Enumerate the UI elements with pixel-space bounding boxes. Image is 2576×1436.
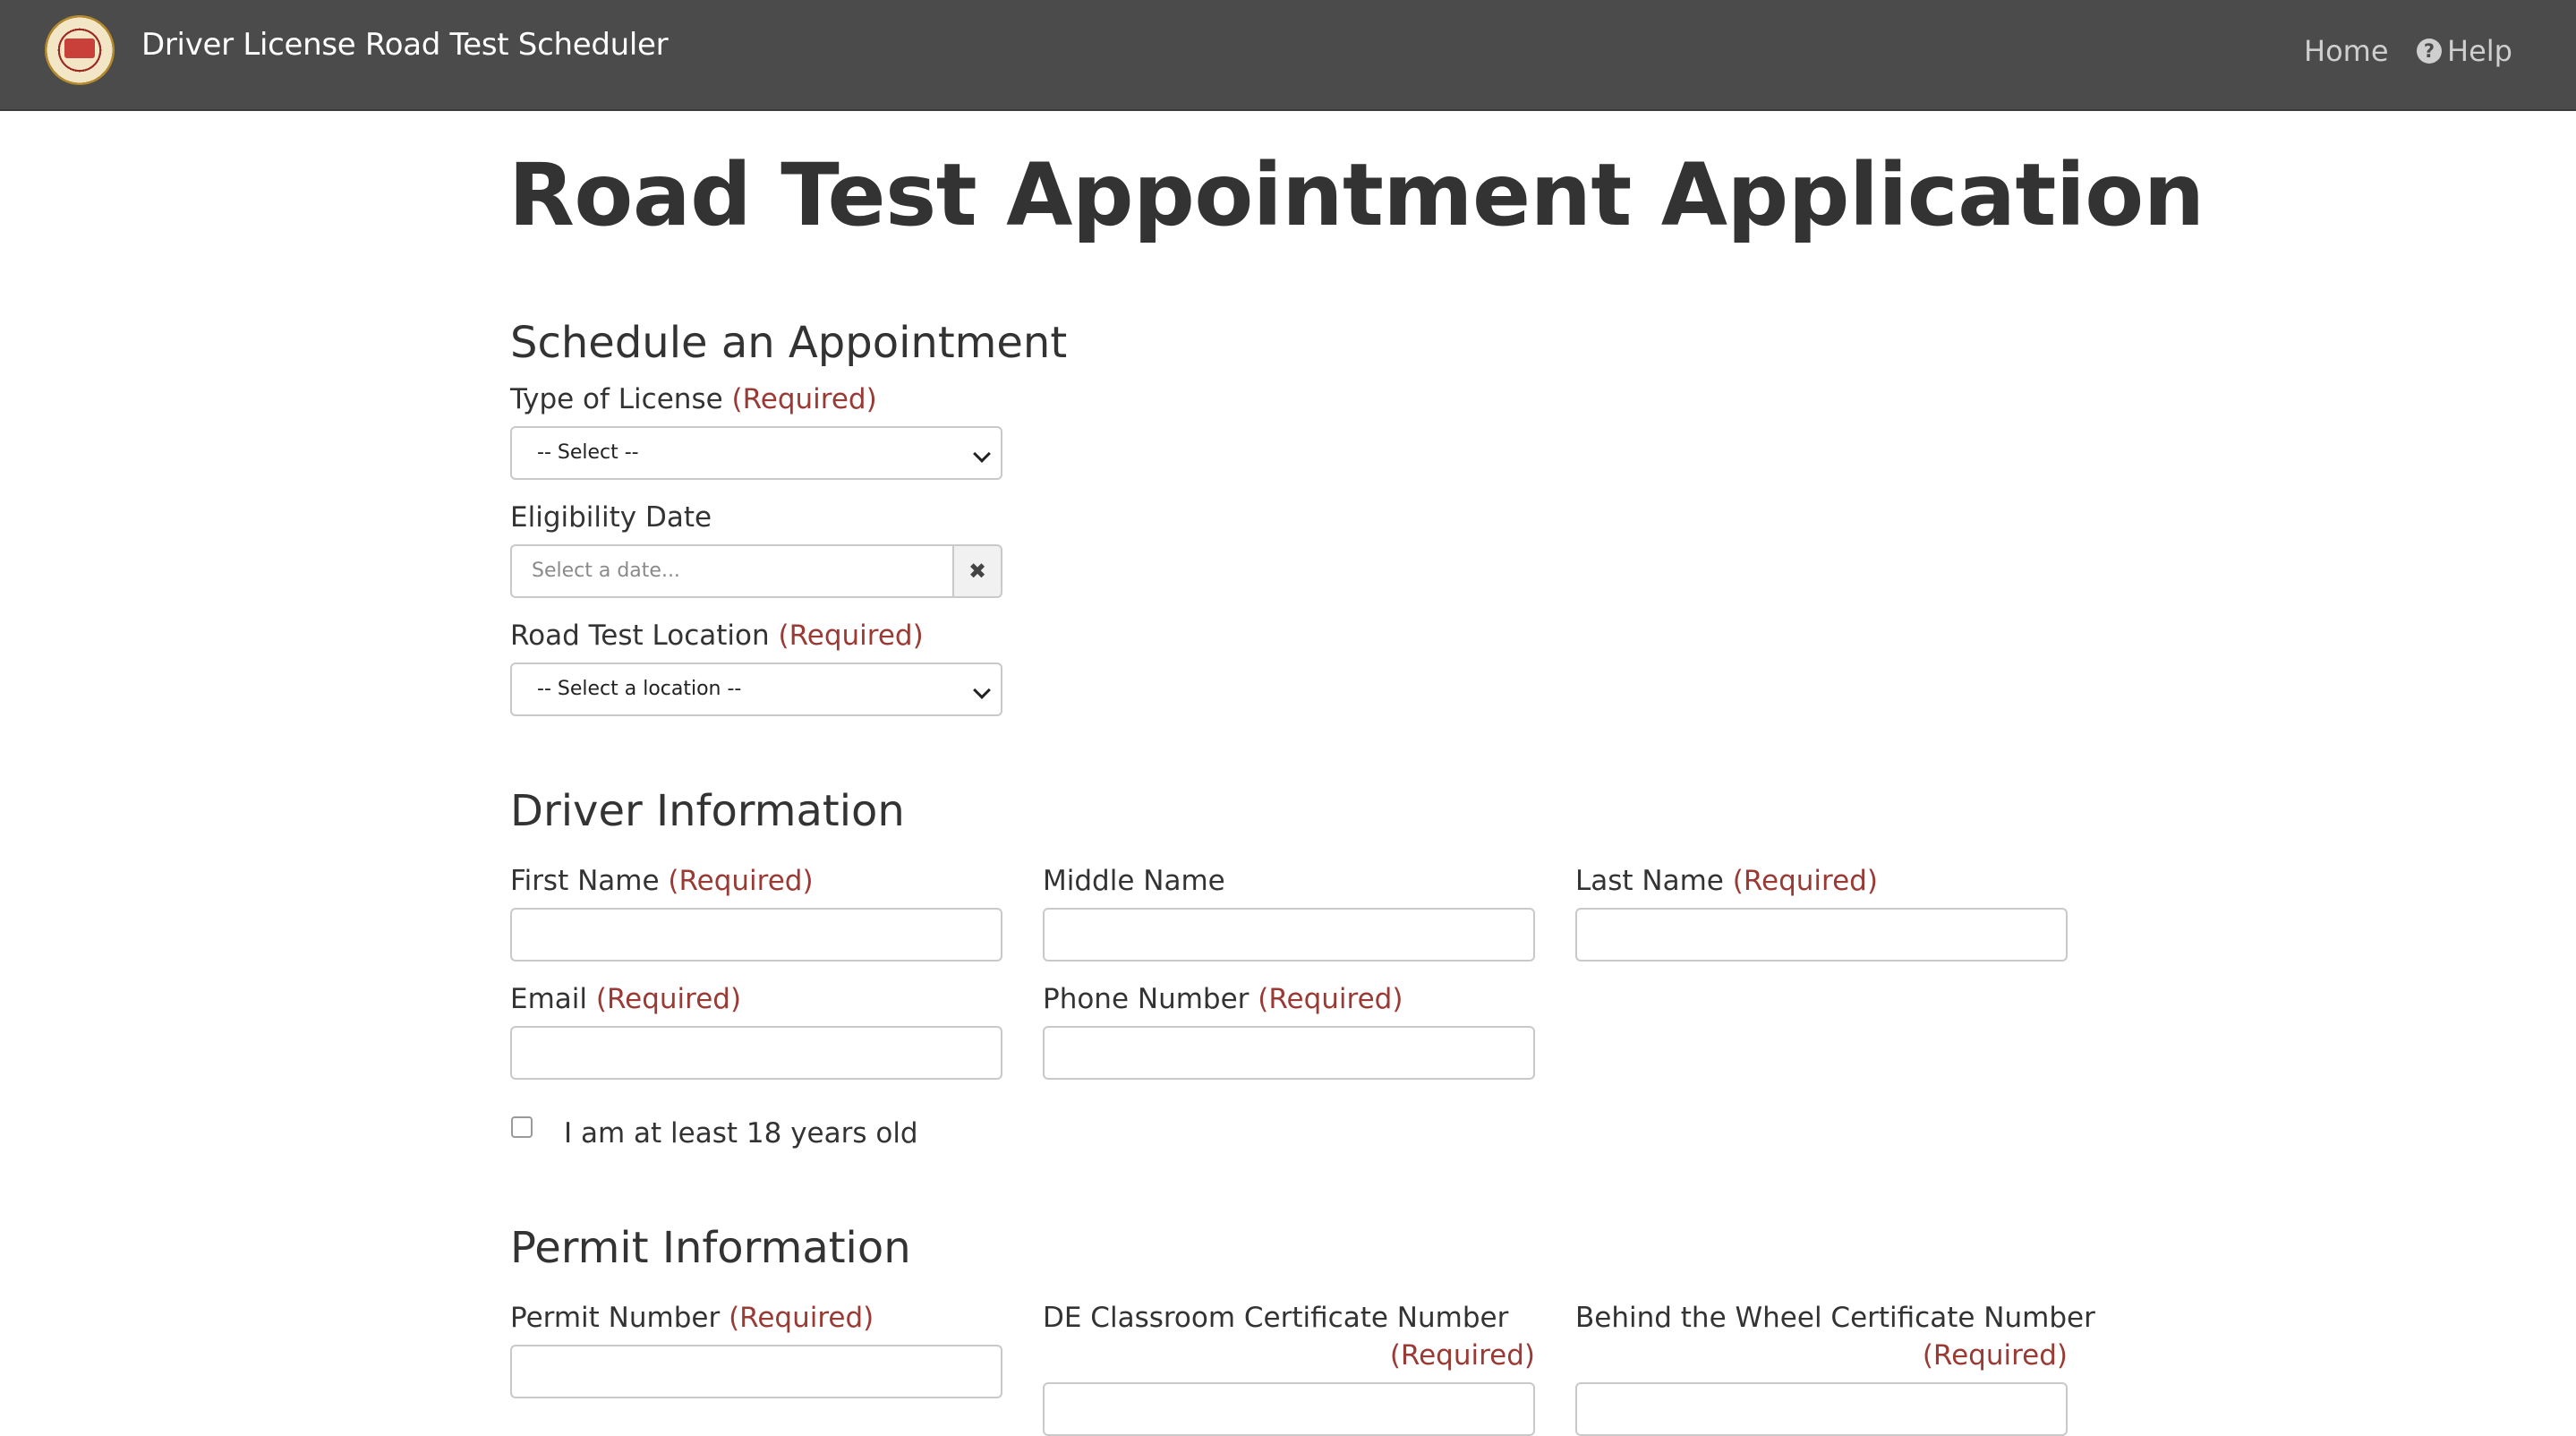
required-marker: (Required) bbox=[1732, 865, 1878, 897]
last-name-input[interactable] bbox=[1575, 908, 2068, 962]
question-circle-icon: ? bbox=[2417, 38, 2442, 64]
location-label: Road Test Location (Required) bbox=[510, 620, 924, 652]
phone-input[interactable] bbox=[1043, 1026, 1535, 1080]
last-name-label: Last Name (Required) bbox=[1575, 865, 1878, 897]
email-label: Email (Required) bbox=[510, 983, 741, 1015]
top-navbar: Driver License Road Test Scheduler Home … bbox=[0, 0, 2576, 111]
chevron-down-icon bbox=[973, 681, 991, 699]
permit-number-label-text: Permit Number bbox=[510, 1302, 721, 1334]
eligibility-date-label: Eligibility Date bbox=[510, 501, 712, 534]
classroom-cert-label: DE Classroom Certificate Number bbox=[1043, 1302, 1509, 1334]
wheel-cert-input[interactable] bbox=[1575, 1382, 2068, 1436]
permit-section-heading: Permit Information bbox=[510, 1223, 911, 1273]
phone-label: Phone Number (Required) bbox=[1043, 983, 1403, 1015]
permit-number-input[interactable] bbox=[510, 1345, 1002, 1398]
close-icon: ✖ bbox=[968, 559, 987, 584]
app-title[interactable]: Driver License Road Test Scheduler bbox=[141, 27, 669, 63]
required-marker: (Required) bbox=[668, 865, 814, 897]
permit-number-label: Permit Number (Required) bbox=[510, 1302, 874, 1334]
license-type-label: Type of License (Required) bbox=[510, 383, 877, 415]
chevron-down-icon bbox=[973, 445, 991, 463]
nav-help-label: Help bbox=[2447, 34, 2512, 68]
nav-help-link[interactable]: ? Help bbox=[2417, 34, 2512, 68]
wheel-cert-label: Behind the Wheel Certificate Number bbox=[1575, 1302, 2095, 1334]
location-value: -- Select a location -- bbox=[537, 678, 742, 700]
schedule-section-heading: Schedule an Appointment bbox=[510, 318, 1068, 368]
license-type-value: -- Select -- bbox=[537, 441, 639, 464]
required-marker: (Required) bbox=[729, 1302, 874, 1334]
location-select[interactable]: -- Select a location -- bbox=[510, 662, 1002, 716]
middle-name-label: Middle Name bbox=[1043, 865, 1225, 897]
required-marker: (Required) bbox=[778, 620, 924, 652]
last-name-label-text: Last Name bbox=[1575, 865, 1724, 897]
age-checkbox[interactable] bbox=[511, 1116, 533, 1138]
middle-name-input[interactable] bbox=[1043, 908, 1535, 962]
email-input[interactable] bbox=[510, 1026, 1002, 1080]
required-marker: (Required) bbox=[731, 383, 877, 415]
first-name-input[interactable] bbox=[510, 908, 1002, 962]
required-marker: (Required) bbox=[1258, 983, 1403, 1015]
first-name-label-text: First Name bbox=[510, 865, 660, 897]
page-title: Road Test Appointment Application bbox=[508, 145, 2205, 245]
required-marker: (Required) bbox=[1389, 1339, 1535, 1372]
location-label-text: Road Test Location bbox=[510, 620, 770, 652]
license-type-select[interactable]: -- Select -- bbox=[510, 426, 1002, 480]
license-type-label-text: Type of License bbox=[510, 383, 723, 415]
required-marker: (Required) bbox=[1922, 1339, 2068, 1372]
nav-home-link[interactable]: Home bbox=[2304, 34, 2389, 68]
driver-section-heading: Driver Information bbox=[510, 786, 905, 836]
classroom-cert-input[interactable] bbox=[1043, 1382, 1535, 1436]
email-label-text: Email bbox=[510, 983, 588, 1015]
first-name-label: First Name (Required) bbox=[510, 865, 814, 897]
eligibility-date-input[interactable]: Select a date... bbox=[510, 544, 954, 598]
state-seal-logo[interactable] bbox=[45, 15, 115, 85]
required-marker: (Required) bbox=[595, 983, 742, 1015]
age-checkbox-label[interactable]: I am at least 18 years old bbox=[564, 1117, 918, 1150]
phone-label-text: Phone Number bbox=[1043, 983, 1250, 1015]
date-clear-button[interactable]: ✖ bbox=[952, 544, 1002, 598]
